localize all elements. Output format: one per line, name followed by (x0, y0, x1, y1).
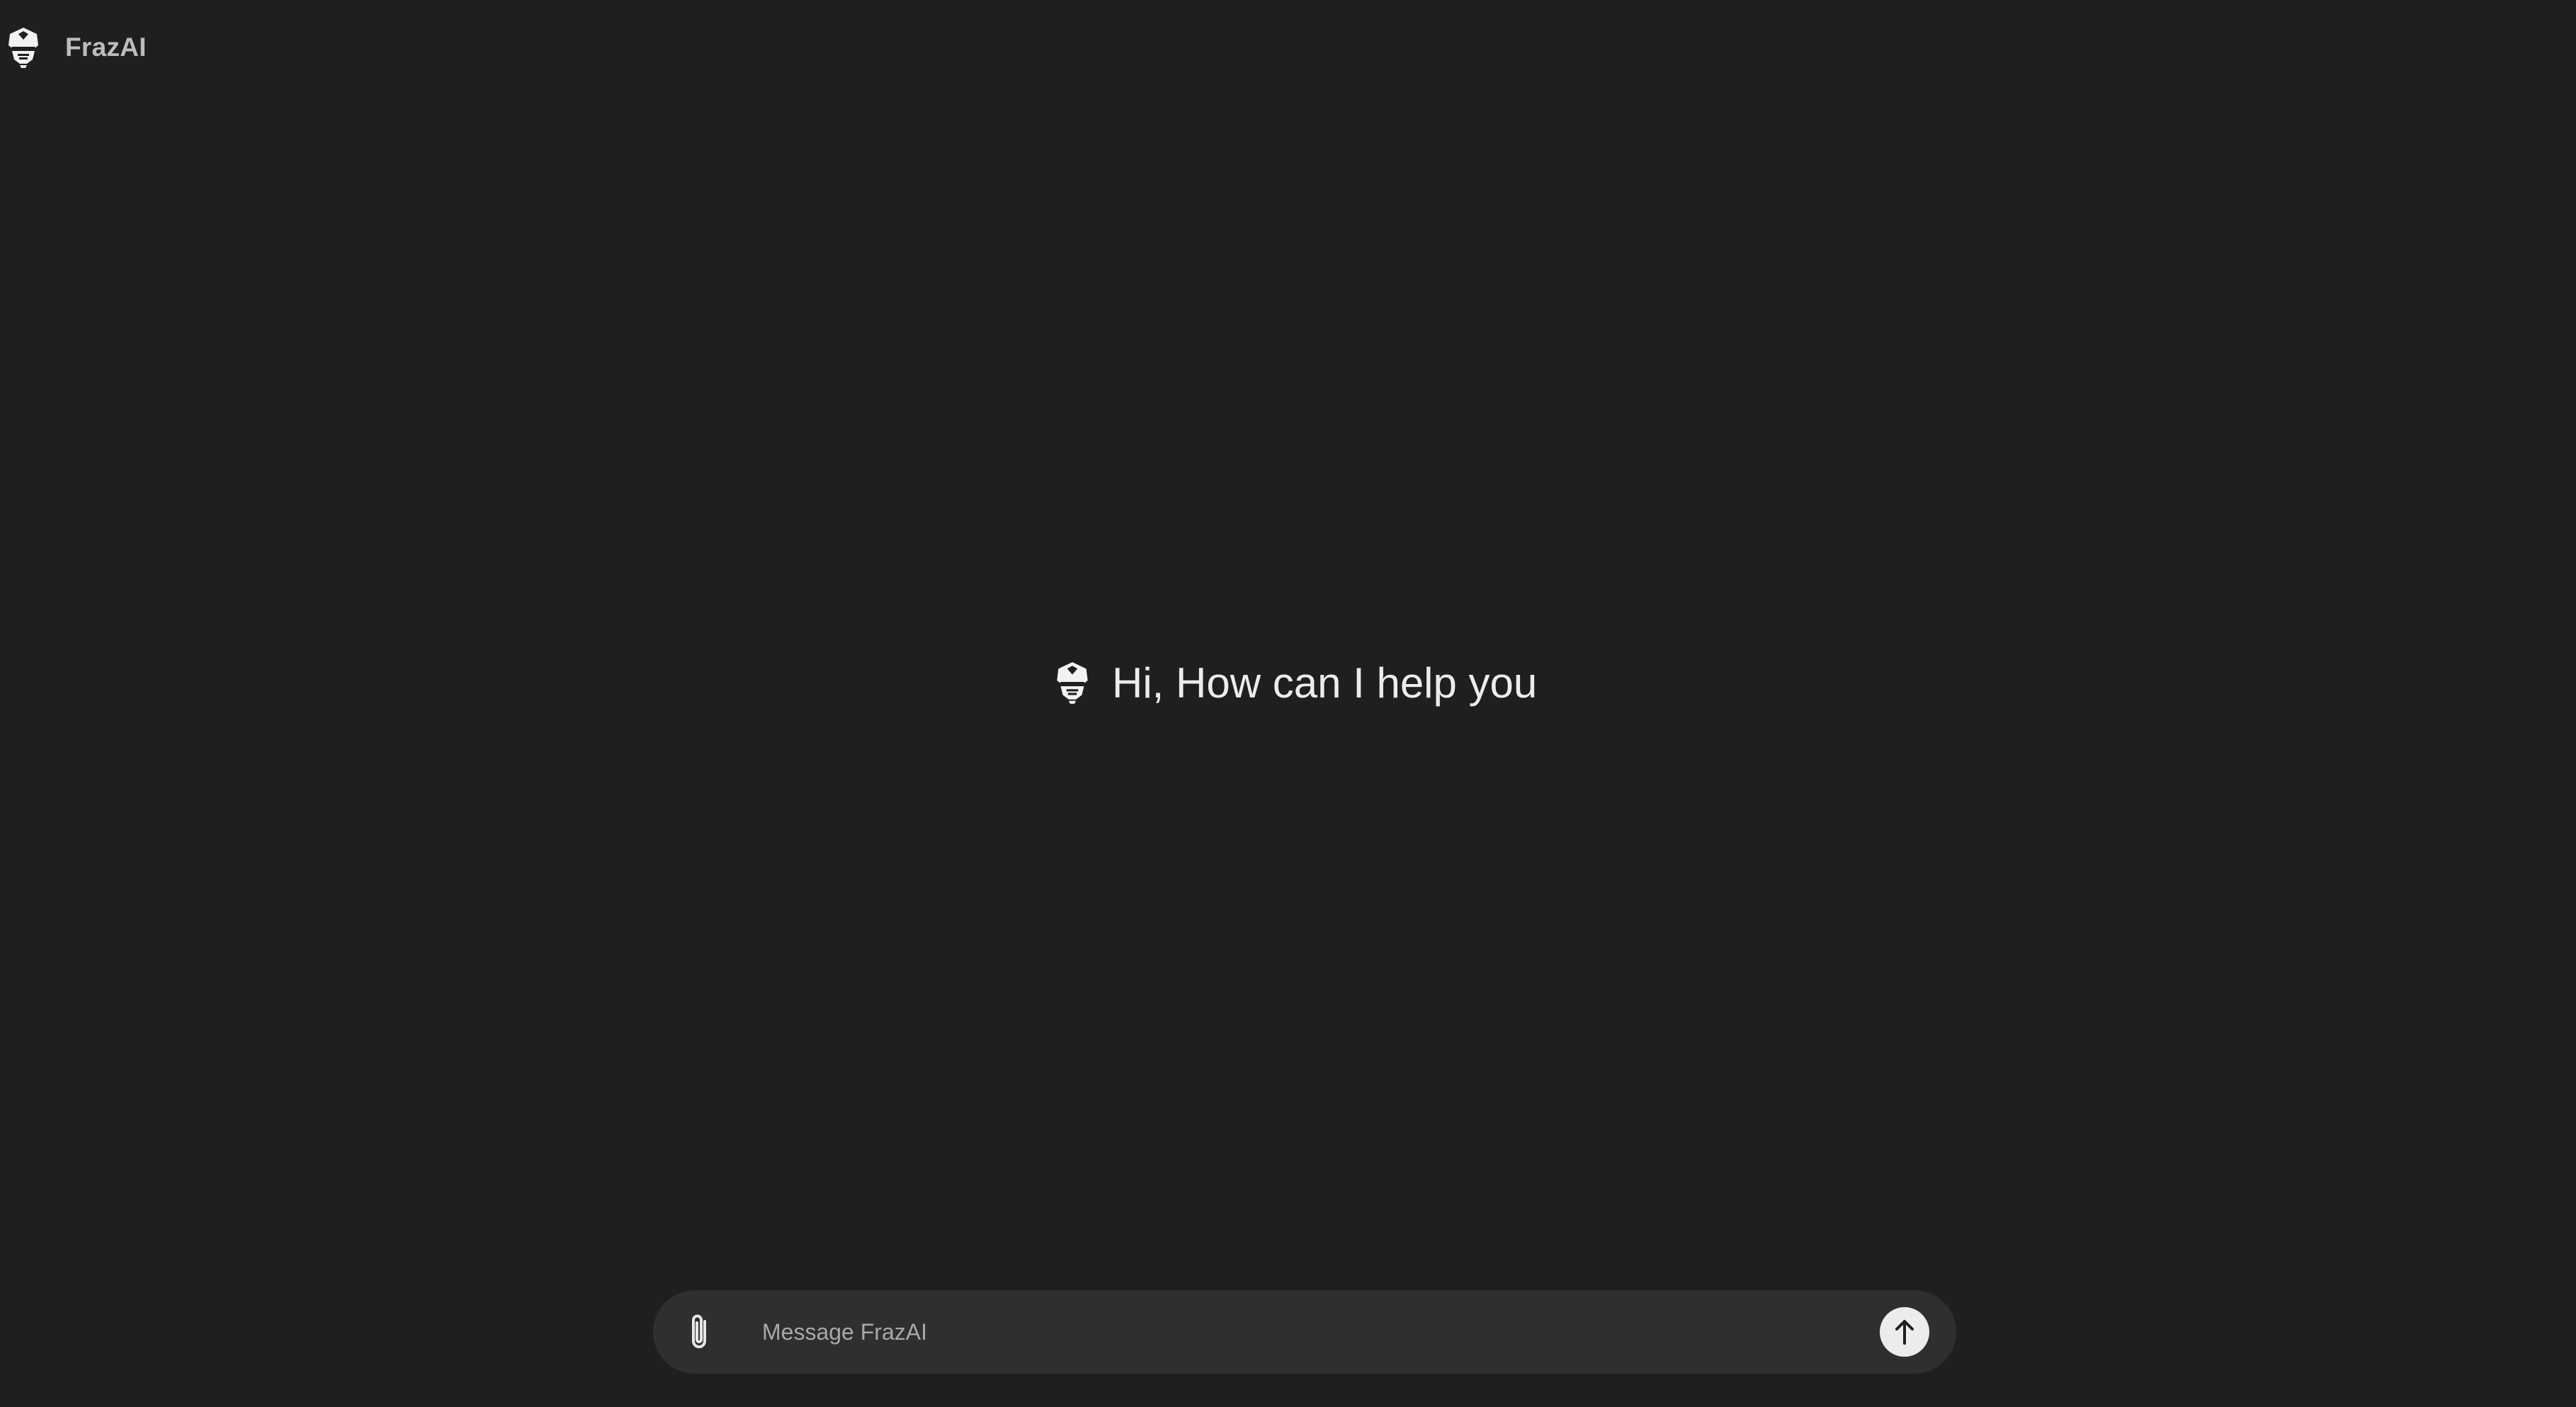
header: FrazAI (0, 0, 147, 95)
greeting-text: Hi, How can I help you (1112, 659, 1538, 707)
chat-app: FrazAI Hi, How can I help you (0, 0, 2576, 1407)
attach-button[interactable] (677, 1310, 721, 1354)
arrow-up-icon (1895, 1320, 1914, 1345)
robot-helmet-icon (1054, 660, 1091, 705)
send-button[interactable] (1880, 1307, 1929, 1357)
message-composer (653, 1290, 1956, 1374)
greeting: Hi, How can I help you (1054, 651, 1537, 714)
paperclip-icon (692, 1314, 706, 1348)
message-input[interactable] (761, 1303, 1880, 1361)
app-title: FrazAI (65, 33, 147, 62)
robot-helmet-icon (6, 25, 41, 69)
